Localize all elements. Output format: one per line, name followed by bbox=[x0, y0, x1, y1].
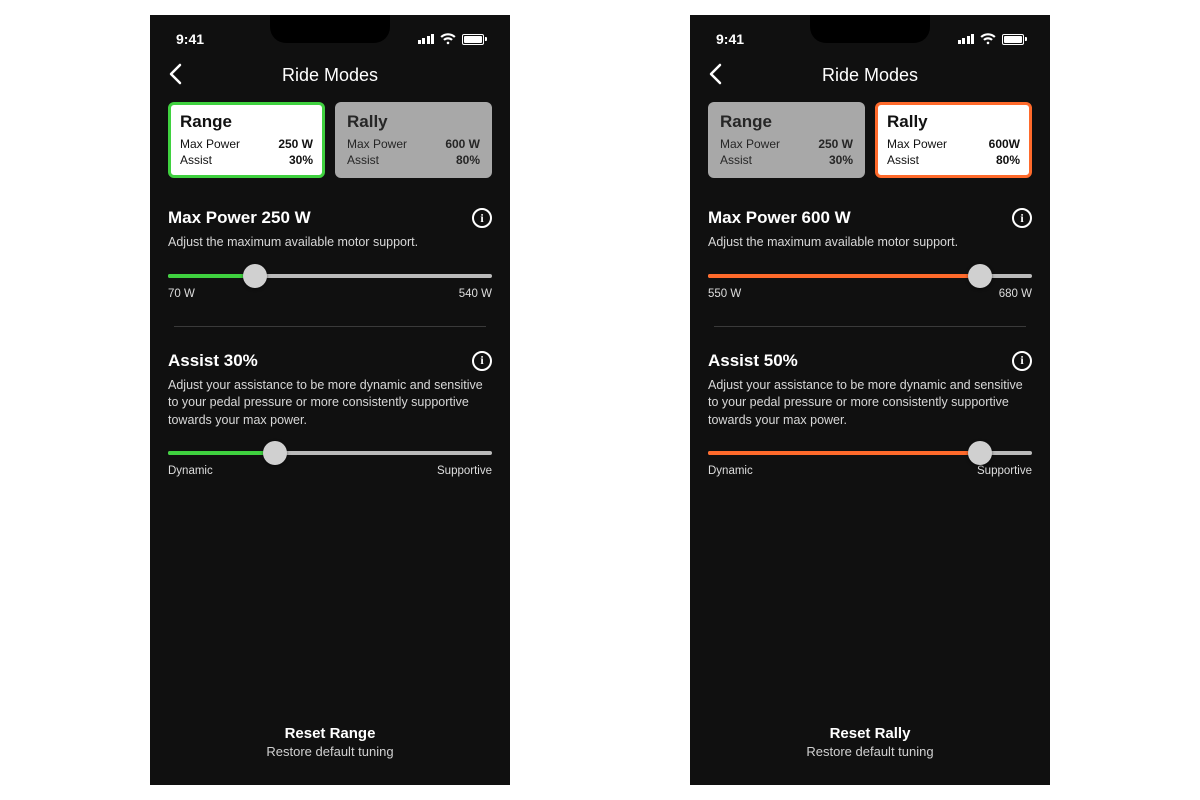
info-icon[interactable]: i bbox=[1012, 351, 1032, 371]
slider-max-label: Supportive bbox=[437, 465, 492, 477]
page-title: Ride Modes bbox=[822, 65, 918, 86]
assist-desc: Adjust your assistance to be more dynami… bbox=[708, 377, 1032, 430]
max-power-section: Max Power 250 W i Adjust the maximum ava… bbox=[168, 208, 492, 300]
status-indicators bbox=[418, 33, 485, 45]
slider-min-label: Dynamic bbox=[708, 465, 753, 477]
slider-min-label: 550 W bbox=[708, 288, 741, 300]
max-power-section: Max Power 600 W i Adjust the maximum ava… bbox=[708, 208, 1032, 300]
status-time: 9:41 bbox=[716, 31, 744, 47]
back-button[interactable] bbox=[708, 63, 722, 89]
notch bbox=[270, 15, 390, 43]
mode-card-maxpower: Max Power250 W bbox=[180, 136, 313, 152]
slider-fill bbox=[708, 274, 980, 278]
slider-thumb[interactable] bbox=[968, 441, 992, 465]
back-button[interactable] bbox=[168, 63, 182, 89]
max-power-desc: Adjust the maximum available motor suppo… bbox=[708, 234, 1032, 252]
mode-card-range[interactable]: Range Max Power250 W Assist30% bbox=[168, 102, 325, 178]
slider-labels: 70 W 540 W bbox=[168, 288, 492, 300]
max-power-desc: Adjust the maximum available motor suppo… bbox=[168, 234, 492, 252]
slider-min-label: Dynamic bbox=[168, 465, 213, 477]
chevron-left-icon bbox=[708, 63, 722, 85]
mode-card-assist: Assist80% bbox=[887, 152, 1020, 168]
assist-section: Assist 30% i Adjust your assistance to b… bbox=[168, 351, 492, 478]
slider-track bbox=[708, 451, 1032, 455]
mode-card-range[interactable]: Range Max Power250 W Assist30% bbox=[708, 102, 865, 178]
mode-card-maxpower: Max Power600 W bbox=[347, 136, 480, 152]
notch bbox=[810, 15, 930, 43]
mode-cards: Range Max Power250 W Assist30% Rally Max… bbox=[168, 102, 492, 178]
wifi-icon bbox=[440, 33, 456, 45]
mode-cards: Range Max Power250 W Assist30% Rally Max… bbox=[708, 102, 1032, 178]
slider-fill bbox=[708, 451, 980, 455]
assist-slider[interactable]: Dynamic Supportive bbox=[708, 451, 1032, 477]
assist-slider[interactable]: Dynamic Supportive bbox=[168, 451, 492, 477]
reset-subtitle: Restore default tuning bbox=[168, 744, 492, 759]
phone-screen-range: 9:41 Ride Modes Range Max Power250 W Ass… bbox=[150, 15, 510, 785]
slider-min-label: 70 W bbox=[168, 288, 195, 300]
mode-card-title: Range bbox=[720, 112, 853, 132]
slider-max-label: 540 W bbox=[459, 288, 492, 300]
slider-thumb[interactable] bbox=[243, 264, 267, 288]
reset-subtitle: Restore default tuning bbox=[708, 744, 1032, 759]
max-power-slider[interactable]: 70 W 540 W bbox=[168, 274, 492, 300]
slider-max-label: Supportive bbox=[977, 465, 1032, 477]
info-icon[interactable]: i bbox=[472, 208, 492, 228]
assist-title: Assist 50% bbox=[708, 351, 798, 371]
reset-footer[interactable]: Reset Range Restore default tuning bbox=[168, 725, 492, 767]
cellular-icon bbox=[958, 34, 975, 44]
status-time: 9:41 bbox=[176, 31, 204, 47]
slider-track bbox=[168, 451, 492, 455]
cellular-icon bbox=[418, 34, 435, 44]
phone-screen-rally: 9:41 Ride Modes Range Max Power250 W Ass… bbox=[690, 15, 1050, 785]
divider bbox=[174, 326, 486, 327]
mode-card-assist: Assist80% bbox=[347, 152, 480, 168]
reset-footer[interactable]: Reset Rally Restore default tuning bbox=[708, 725, 1032, 767]
slider-max-label: 680 W bbox=[999, 288, 1032, 300]
divider bbox=[714, 326, 1026, 327]
slider-fill bbox=[168, 451, 275, 455]
slider-fill bbox=[168, 274, 255, 278]
info-icon[interactable]: i bbox=[472, 351, 492, 371]
wifi-icon bbox=[980, 33, 996, 45]
battery-icon bbox=[462, 34, 484, 45]
mode-card-rally[interactable]: Rally Max Power600 W Assist80% bbox=[335, 102, 492, 178]
chevron-left-icon bbox=[168, 63, 182, 85]
mode-card-title: Rally bbox=[887, 112, 1020, 132]
mode-card-assist: Assist30% bbox=[720, 152, 853, 168]
mode-card-maxpower: Max Power600W bbox=[887, 136, 1020, 152]
slider-track bbox=[708, 274, 1032, 278]
header: Ride Modes bbox=[708, 57, 1032, 102]
mode-card-maxpower: Max Power250 W bbox=[720, 136, 853, 152]
status-indicators bbox=[958, 33, 1025, 45]
slider-thumb[interactable] bbox=[263, 441, 287, 465]
max-power-title: Max Power 600 W bbox=[708, 208, 851, 228]
header: Ride Modes bbox=[168, 57, 492, 102]
mode-card-assist: Assist30% bbox=[180, 152, 313, 168]
battery-icon bbox=[1002, 34, 1024, 45]
slider-track bbox=[168, 274, 492, 278]
max-power-slider[interactable]: 550 W 680 W bbox=[708, 274, 1032, 300]
slider-labels: Dynamic Supportive bbox=[168, 465, 492, 477]
reset-title: Reset Rally bbox=[708, 725, 1032, 742]
max-power-title: Max Power 250 W bbox=[168, 208, 311, 228]
slider-labels: Dynamic Supportive bbox=[708, 465, 1032, 477]
page-title: Ride Modes bbox=[282, 65, 378, 86]
mode-card-rally[interactable]: Rally Max Power600W Assist80% bbox=[875, 102, 1032, 178]
info-icon[interactable]: i bbox=[1012, 208, 1032, 228]
assist-desc: Adjust your assistance to be more dynami… bbox=[168, 377, 492, 430]
slider-labels: 550 W 680 W bbox=[708, 288, 1032, 300]
assist-title: Assist 30% bbox=[168, 351, 258, 371]
mode-card-title: Rally bbox=[347, 112, 480, 132]
slider-thumb[interactable] bbox=[968, 264, 992, 288]
assist-section: Assist 50% i Adjust your assistance to b… bbox=[708, 351, 1032, 478]
reset-title: Reset Range bbox=[168, 725, 492, 742]
mode-card-title: Range bbox=[180, 112, 313, 132]
